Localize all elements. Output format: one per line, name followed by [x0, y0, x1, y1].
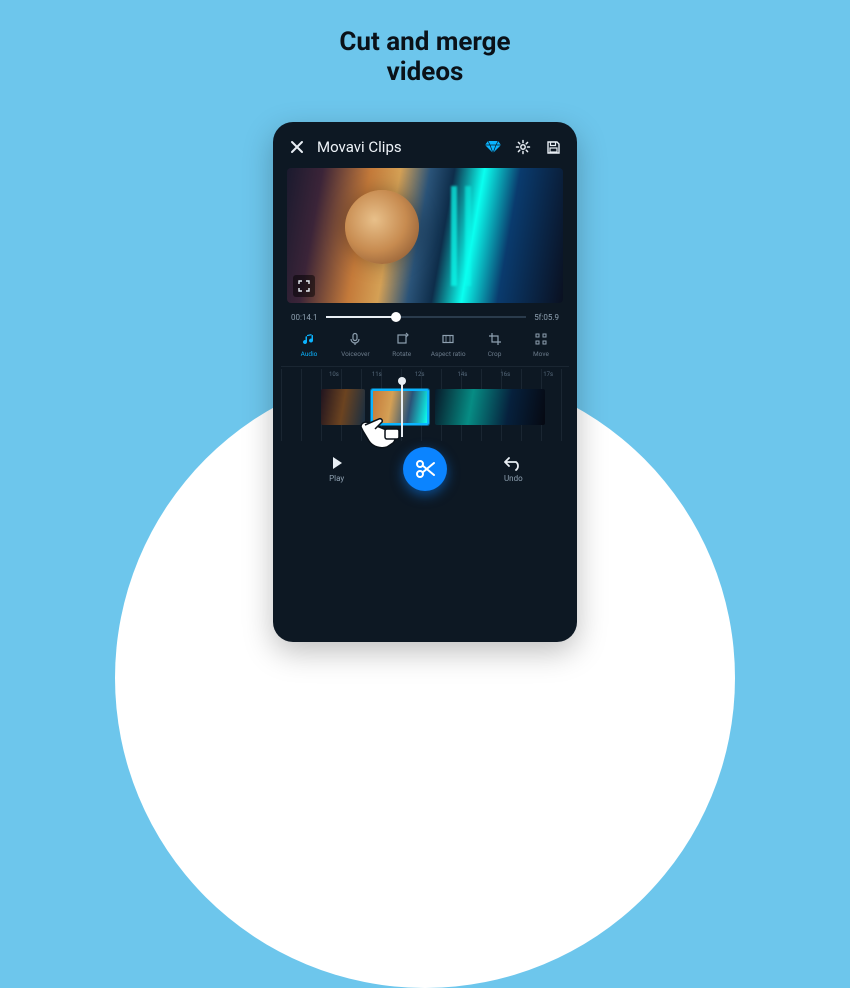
- tool-rotate[interactable]: Rotate: [382, 331, 422, 358]
- timeline[interactable]: 10s 11s 12s 14s 16s 17s: [281, 369, 569, 441]
- gear-icon: [515, 139, 531, 155]
- undo-icon: [504, 455, 522, 471]
- playhead[interactable]: [401, 381, 403, 437]
- premium-button[interactable]: [483, 137, 503, 157]
- play-icon: [329, 455, 345, 471]
- tool-audio[interactable]: Audio: [289, 331, 329, 358]
- seek-thumb[interactable]: [391, 312, 401, 322]
- undo-button[interactable]: Undo: [488, 455, 538, 483]
- rotate-icon: [395, 332, 409, 346]
- close-icon: [290, 140, 304, 154]
- close-button[interactable]: [287, 137, 307, 157]
- mic-icon: [348, 332, 362, 346]
- phone-frame: Movavi Clips 00:14.1 5f:05.9 Audio: [273, 122, 577, 642]
- tool-move[interactable]: Move: [521, 331, 561, 358]
- app-title: Movavi Clips: [317, 138, 402, 156]
- tool-crop[interactable]: Crop: [475, 331, 515, 358]
- cut-button[interactable]: [403, 447, 447, 491]
- timeline-ruler: 10s 11s 12s 14s 16s 17s: [281, 369, 569, 378]
- timeline-clip[interactable]: [435, 389, 545, 425]
- scissors-icon: [414, 458, 436, 480]
- headline-line-2: videos: [0, 58, 850, 88]
- fullscreen-icon: [298, 280, 310, 292]
- seek-slider[interactable]: [326, 311, 527, 323]
- time-current: 00:14.1: [291, 313, 318, 322]
- diamond-icon: [485, 140, 501, 154]
- fullscreen-button[interactable]: [293, 275, 315, 297]
- tool-row: Audio Voiceover Rotate Aspect ratio Crop…: [281, 327, 569, 367]
- move-icon: [534, 332, 548, 346]
- save-button[interactable]: [543, 137, 563, 157]
- play-button[interactable]: Play: [312, 455, 362, 483]
- save-icon: [546, 140, 561, 155]
- crop-icon: [488, 332, 502, 346]
- audio-icon: [302, 332, 316, 346]
- bottom-bar: Play Undo: [281, 441, 569, 491]
- timeline-clip-selected[interactable]: [371, 389, 429, 425]
- settings-button[interactable]: [513, 137, 533, 157]
- app-bar: Movavi Clips: [281, 132, 569, 162]
- headline-line-1: Cut and merge: [0, 28, 850, 58]
- time-bar: 00:14.1 5f:05.9: [281, 303, 569, 327]
- promo-headline: Cut and merge videos: [0, 0, 850, 88]
- tool-aspect[interactable]: Aspect ratio: [428, 331, 468, 358]
- timeline-clip[interactable]: [321, 389, 365, 425]
- tool-voiceover[interactable]: Voiceover: [335, 331, 375, 358]
- time-total: 5f:05.9: [534, 313, 559, 322]
- aspect-icon: [441, 332, 455, 346]
- video-preview[interactable]: [287, 168, 563, 303]
